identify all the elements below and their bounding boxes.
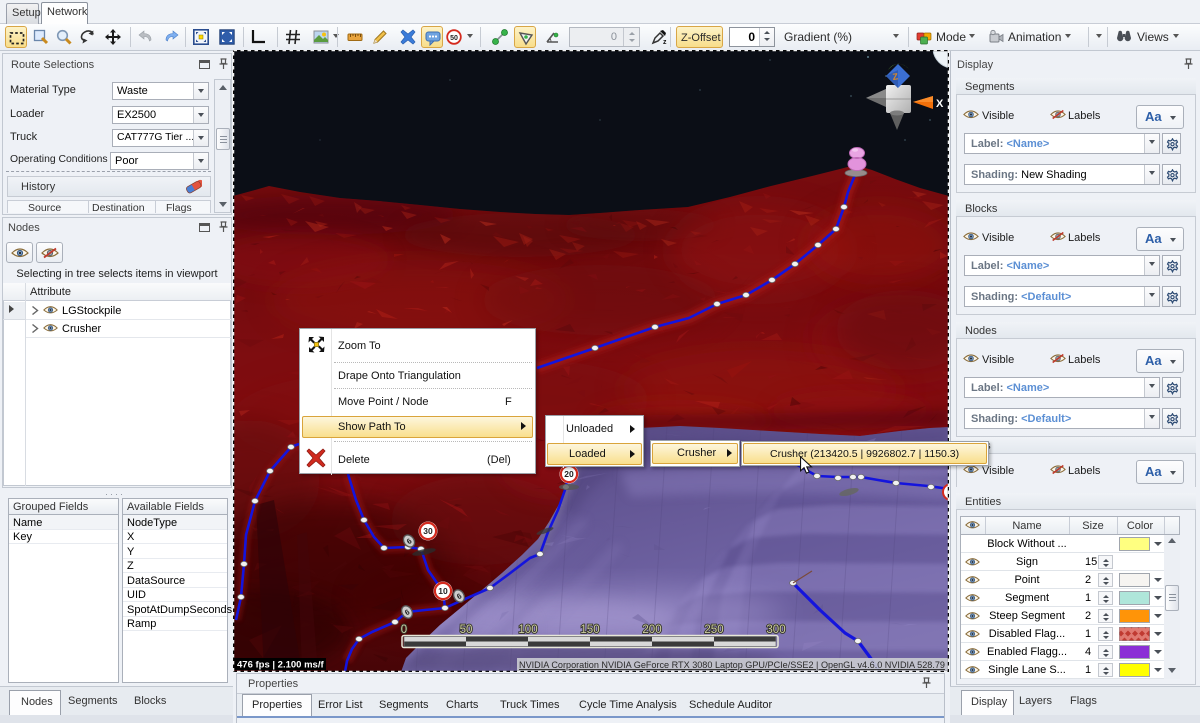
svg-text:z: z — [663, 39, 667, 45]
svg-text:50: 50 — [450, 35, 458, 42]
